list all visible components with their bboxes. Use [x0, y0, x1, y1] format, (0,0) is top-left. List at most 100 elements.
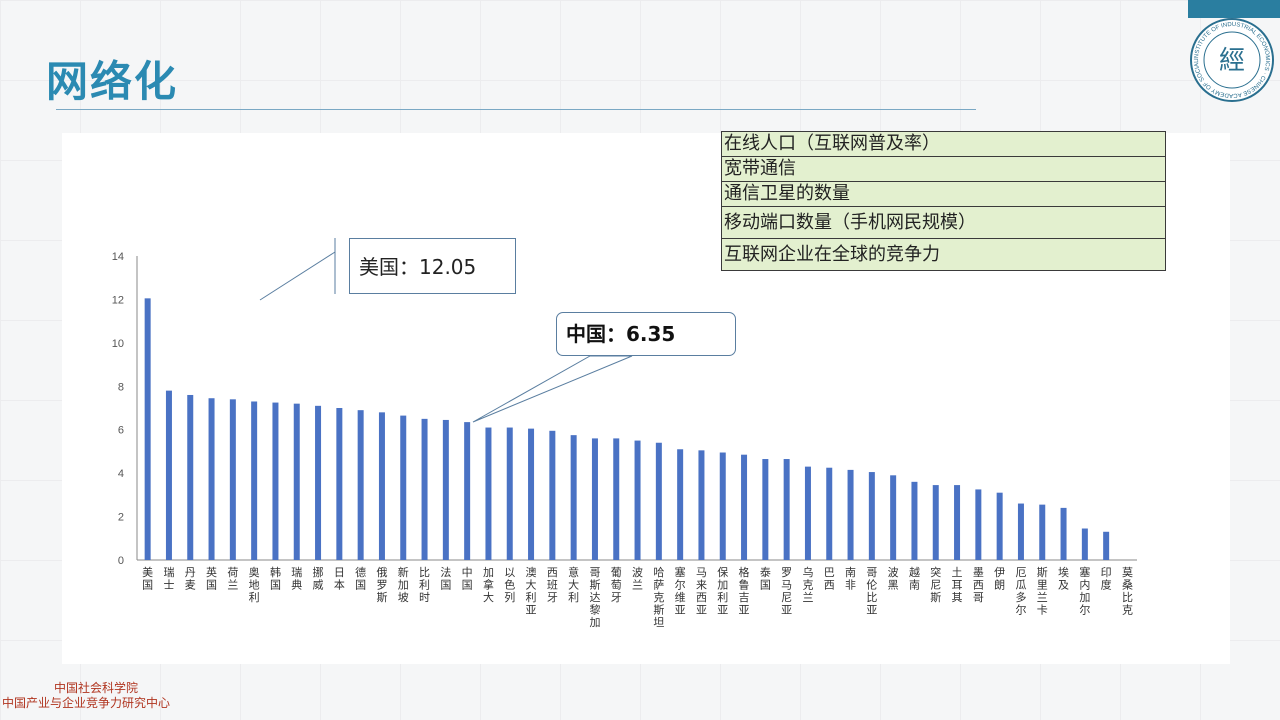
bar — [591, 438, 598, 560]
y-tick-label: 14 — [112, 251, 124, 263]
bar — [357, 410, 364, 560]
y-tick-label: 2 — [118, 512, 124, 524]
x-tick-label: 比利时 — [419, 566, 430, 604]
x-tick-label: 挪威 — [313, 565, 324, 592]
bar — [208, 398, 215, 560]
x-tick-label: 哥伦比亚 — [866, 566, 877, 617]
bar — [251, 401, 258, 560]
bar — [464, 422, 471, 560]
y-tick-label: 6 — [118, 425, 124, 437]
x-tick-label: 南非 — [845, 566, 856, 592]
x-tick-label: 加拿大 — [483, 566, 494, 604]
bar-chart: 0 2 4 6 8 10 12 14 美国瑞士丹麦英国荷兰奥地利韩国瑞典挪威日本德国俄罗斯新加… — [112, 238, 1137, 629]
y-tick-label: 8 — [118, 381, 124, 393]
x-tick-label: 意大利 — [568, 565, 579, 604]
bar — [804, 466, 811, 560]
x-tick-label: 伊朗 — [994, 566, 1005, 592]
bar — [293, 403, 300, 560]
x-tick-label: 日本 — [334, 566, 345, 592]
callout-usa-leader — [259, 251, 336, 301]
x-tick-label: 瑞典 — [291, 565, 302, 592]
bar — [932, 485, 939, 560]
bar — [549, 430, 556, 560]
y-tick-label: 12 — [112, 294, 124, 306]
x-tick-label: 印度 — [1101, 566, 1112, 592]
bar — [187, 394, 194, 560]
bar — [1039, 504, 1046, 560]
indicator-mobile-ports: 移动端口数量（手机网民规模） — [721, 206, 1166, 239]
indicator-row: 通信卫星的数量 — [721, 181, 1166, 207]
bar — [378, 412, 385, 560]
bar — [165, 390, 172, 560]
x-tick-label: 斯里兰卡 — [1037, 566, 1048, 617]
bar — [1103, 531, 1110, 560]
y-tick-label: 4 — [118, 468, 124, 480]
bar — [528, 428, 535, 560]
footer-org: 中国社会科学院 中国产业与企业竞争力研究中心 — [2, 681, 170, 711]
indicator-online-population: 在线人口（互联网普及率） — [721, 131, 1166, 157]
y-tick-label: 10 — [112, 338, 124, 350]
indicator-row: 互联网企业在全球的竞争力 — [721, 238, 1166, 271]
bar — [975, 489, 982, 560]
x-tick-label: 莫桑比克 — [1122, 566, 1133, 617]
indicator-satellites: 通信卫星的数量 — [721, 181, 1166, 207]
bar — [442, 419, 449, 560]
bar — [570, 435, 577, 560]
x-tick-label: 突尼斯 — [930, 565, 941, 604]
bar — [847, 469, 854, 560]
x-tick-label: 格鲁吉亚 — [739, 565, 750, 617]
callout-china-pointer — [472, 355, 633, 423]
indicator-internet-companies: 互联网企业在全球的竞争力 — [721, 238, 1166, 271]
x-tick-label: 中国 — [462, 566, 473, 592]
x-tick-label: 哈萨克斯坦 — [653, 566, 664, 629]
x-tick-label: 新加坡 — [398, 565, 409, 604]
bar — [421, 418, 428, 560]
bar — [741, 454, 748, 560]
x-tick-label: 葡萄牙 — [611, 566, 622, 604]
bar — [1017, 503, 1024, 560]
x-tick-label: 德国 — [355, 565, 366, 592]
x-tick-label: 荷兰 — [227, 566, 238, 592]
indicator-table: 在线人口（互联网普及率） 宽带通信 通信卫星的数量 移动端口数量（手机网民规模）… — [721, 131, 1166, 271]
x-tick-label: 保加利亚 — [717, 565, 728, 617]
x-tick-label: 马来西亚 — [696, 566, 707, 617]
callout-usa: 美国：12.05 — [349, 238, 516, 294]
bar — [677, 449, 684, 560]
bar — [506, 427, 513, 560]
x-tick-label: 瑞士 — [163, 565, 174, 592]
bar — [890, 475, 897, 560]
x-tick-label: 乌克兰 — [802, 565, 813, 604]
x-tick-label: 土耳其 — [952, 566, 963, 604]
x-tick-label: 以色列 — [504, 566, 515, 604]
x-tick-label: 塞尔维亚 — [675, 565, 686, 617]
bar — [634, 440, 641, 560]
indicator-broadband: 宽带通信 — [721, 156, 1166, 182]
bar — [1081, 528, 1088, 560]
x-tick-label: 厄瓜多尔 — [1015, 566, 1026, 617]
bar — [336, 408, 343, 560]
x-tick-label: 丹麦 — [185, 566, 196, 592]
x-tick-label: 罗马尼亚 — [781, 566, 792, 617]
x-tick-label: 英国 — [206, 565, 217, 592]
bar — [719, 452, 726, 560]
bar — [315, 405, 322, 560]
bar — [911, 481, 918, 560]
indicator-row: 在线人口（互联网普及率） — [721, 131, 1166, 157]
x-tick-label: 埃及 — [1058, 565, 1069, 592]
bar — [229, 399, 236, 560]
bar — [762, 459, 769, 560]
x-tick-label: 奥地利 — [249, 565, 260, 604]
bar — [783, 459, 790, 560]
bar — [868, 472, 875, 560]
x-tick-label: 澳大利亚 — [526, 566, 537, 617]
x-tick-label: 波兰 — [632, 566, 643, 592]
bar — [485, 427, 492, 560]
bar — [954, 485, 961, 560]
callout-china: 中国：6.35 — [556, 312, 736, 356]
indicator-row: 移动端口数量（手机网民规模） — [721, 206, 1166, 239]
bar — [400, 415, 407, 560]
x-tick-label: 波黑 — [888, 566, 899, 592]
x-tick-label: 泰国 — [760, 565, 771, 592]
x-tick-label: 俄罗斯 — [376, 566, 387, 604]
x-tick-label: 哥斯达黎加 — [589, 566, 600, 629]
